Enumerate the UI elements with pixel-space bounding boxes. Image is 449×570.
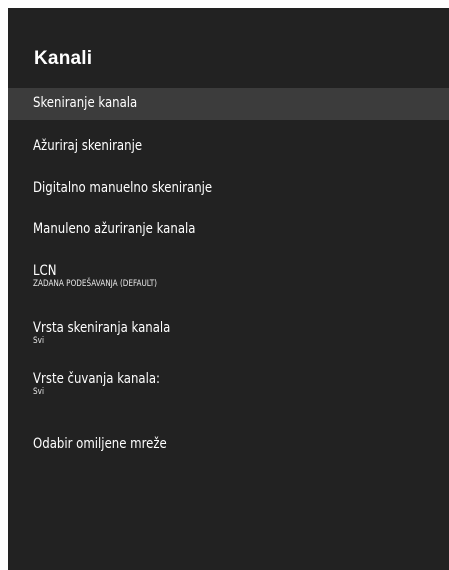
menu-item-update-scan[interactable]: Ažuriraj skeniranje: [8, 138, 449, 154]
menu-item-digital-manual-scan[interactable]: Digitalno manuelno skeniranje: [8, 180, 449, 196]
menu-item-label: Skeniranje kanala: [33, 95, 138, 111]
menu-item-favourite-network[interactable]: Odabir omiljene mreže: [8, 436, 449, 452]
page-title: Kanali: [34, 48, 93, 69]
menu-item-label: Odabir omiljene mreže: [33, 436, 167, 452]
menu-item-label: Manuleno ažuriranje kanala: [33, 221, 196, 237]
menu-item-label: Vrsta skeniranja kanala: [33, 320, 171, 336]
menu-item-lcn[interactable]: LCN ZADANA PODEŠAVANJA (DEFAULT): [8, 263, 449, 289]
menu-item-label: Ažuriraj skeniranje: [33, 138, 143, 154]
menu-item-scan-type[interactable]: Vrsta skeniranja kanala Svi: [8, 320, 449, 346]
menu-item-channel-scan[interactable]: Skeniranje kanala: [8, 88, 449, 120]
menu-item-label: Vrste čuvanja kanala:: [33, 371, 161, 387]
menu-item-manual-channel-update[interactable]: Manuleno ažuriranje kanala: [8, 221, 449, 237]
settings-panel: Kanali Skeniranje kanala Ažuriraj skenir…: [8, 8, 449, 570]
menu-item-storage-type[interactable]: Vrste čuvanja kanala: Svi: [8, 371, 449, 397]
menu-item-value: Svi: [33, 387, 44, 397]
menu-item-value: Svi: [33, 336, 44, 346]
menu-item-label: LCN: [33, 263, 57, 279]
menu-item-value: ZADANA PODEŠAVANJA (DEFAULT): [33, 279, 158, 289]
menu-item-label: Digitalno manuelno skeniranje: [33, 180, 213, 196]
